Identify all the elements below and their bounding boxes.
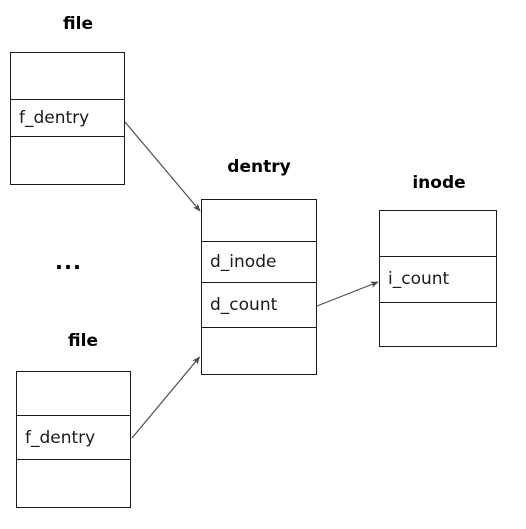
struct-box-file-top: f_dentry	[10, 52, 125, 185]
arrow-file-top-to-dentry	[124, 121, 201, 212]
field-row-d-count: d_count	[202, 283, 316, 328]
field-row-i-count: i_count	[380, 257, 496, 303]
field-row-file-bottom-0	[17, 372, 130, 417]
field-row-f-dentry-bottom: f_dentry	[17, 416, 130, 460]
field-row-inode-0	[380, 211, 496, 258]
field-row-d-inode: d_inode	[202, 242, 316, 284]
diagram-canvas: file file dentry inode f_dentry ... f_de…	[0, 0, 526, 529]
arrow-file-bottom-to-dentry	[131, 356, 201, 439]
field-row-file-bottom-2	[17, 460, 130, 507]
struct-box-dentry: d_inode d_count	[201, 199, 317, 375]
arrow-dentry-to-inode	[316, 281, 379, 307]
field-row-f-dentry: f_dentry	[11, 100, 124, 137]
field-row-dentry-0	[202, 200, 316, 242]
struct-label-file-bottom: file	[68, 331, 98, 351]
field-row-dentry-3	[202, 328, 316, 374]
field-row-file-top-2	[11, 137, 124, 184]
struct-box-inode: i_count	[379, 210, 497, 347]
field-row-inode-2	[380, 303, 496, 346]
ellipsis-marker: ...	[55, 250, 82, 274]
struct-label-file-top: file	[63, 14, 93, 34]
struct-box-file-bottom: f_dentry	[16, 371, 131, 508]
struct-label-dentry: dentry	[227, 157, 291, 177]
struct-label-inode: inode	[412, 173, 466, 193]
field-row-file-top-0	[11, 53, 124, 101]
